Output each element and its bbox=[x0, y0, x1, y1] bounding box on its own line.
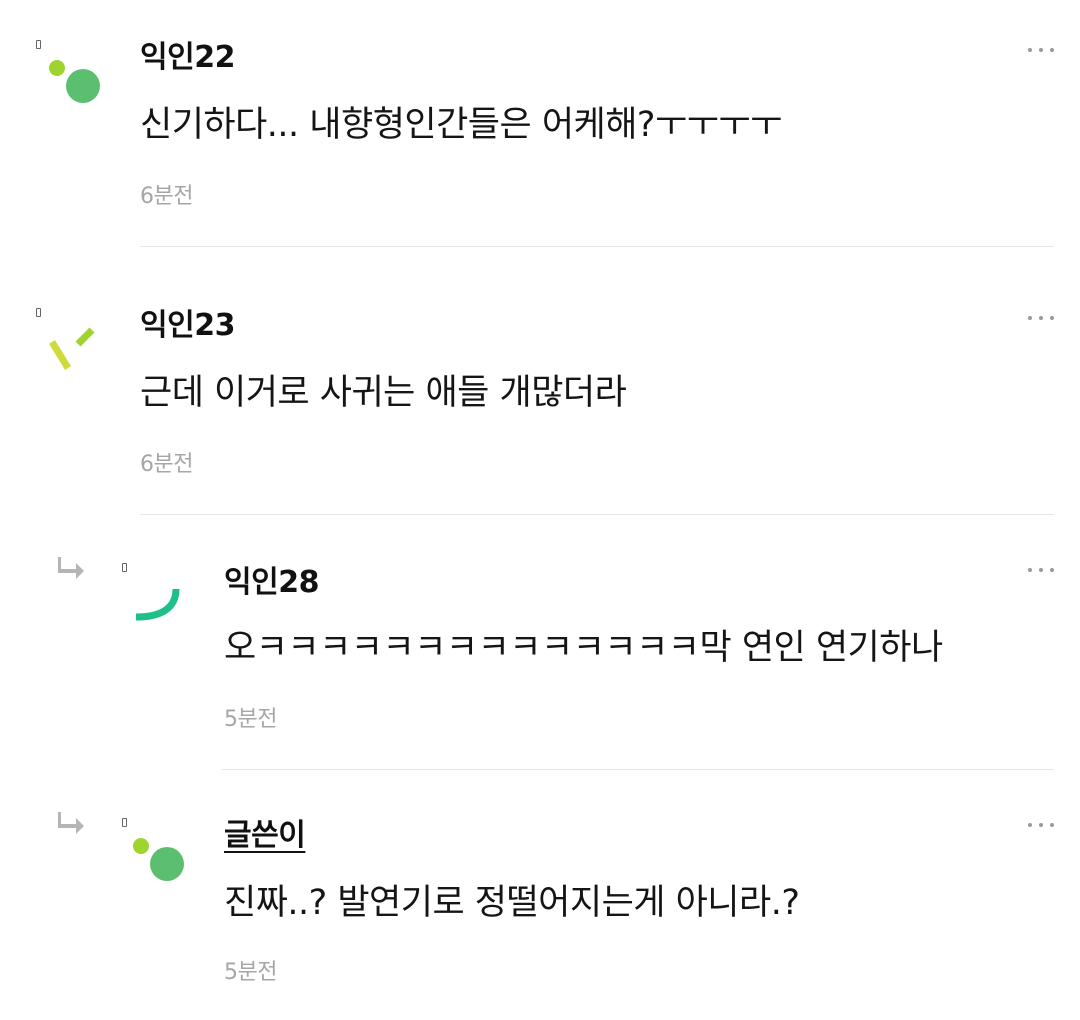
avatar bbox=[49, 60, 100, 103]
reply-item: 글쓴이 진짜..? 발연기로 정떨어지는게 아니라.? 5분전 bbox=[0, 790, 1080, 1020]
marker-icon bbox=[122, 563, 127, 572]
divider bbox=[140, 246, 1054, 247]
comment-text: 오ㅋㅋㅋㅋㅋㅋㅋㅋㅋㅋㅋㅋㅋㅋ막 연인 연기하나 bbox=[224, 628, 943, 668]
more-options-icon[interactable] bbox=[1028, 821, 1054, 829]
comment-author[interactable]: 익인28 bbox=[224, 557, 319, 601]
comment-time: 5분전 bbox=[224, 960, 277, 985]
comment-author-op[interactable]: 글쓴이 bbox=[224, 810, 306, 854]
comment-time: 5분전 bbox=[224, 707, 277, 732]
comment-time: 6분전 bbox=[140, 184, 193, 209]
divider bbox=[222, 769, 1054, 770]
marker-icon bbox=[122, 818, 127, 827]
comment-time: 6분전 bbox=[140, 452, 193, 477]
comment-text: 신기하다... 내향형인간들은 어케해?ㅜㅜㅜㅜ bbox=[140, 105, 782, 145]
divider bbox=[140, 514, 1054, 515]
reply-item: 익인28 오ㅋㅋㅋㅋㅋㅋㅋㅋㅋㅋㅋㅋㅋㅋ막 연인 연기하나 5분전 bbox=[0, 535, 1080, 771]
avatar bbox=[133, 838, 184, 881]
comment-item: 익인23 근데 이거로 사귀는 애들 개많더라 6분전 bbox=[0, 268, 1080, 515]
more-options-icon[interactable] bbox=[1028, 566, 1054, 574]
avatar bbox=[135, 588, 180, 621]
avatar bbox=[49, 327, 95, 370]
comment-author[interactable]: 익인22 bbox=[140, 32, 235, 76]
more-options-icon[interactable] bbox=[1028, 46, 1054, 54]
comment-author[interactable]: 익인23 bbox=[140, 300, 235, 344]
comment-text: 근데 이거로 사귀는 애들 개많더라 bbox=[140, 373, 627, 413]
marker-icon bbox=[36, 40, 41, 49]
reply-arrow-icon bbox=[58, 557, 84, 579]
more-options-icon[interactable] bbox=[1028, 314, 1054, 322]
reply-arrow-icon bbox=[58, 812, 84, 834]
comment-item: 익인22 신기하다... 내향형인간들은 어케해?ㅜㅜㅜㅜ 6분전 bbox=[0, 0, 1080, 247]
comment-text: 진짜..? 발연기로 정떨어지는게 아니라.? bbox=[224, 883, 800, 923]
marker-icon bbox=[36, 308, 41, 317]
